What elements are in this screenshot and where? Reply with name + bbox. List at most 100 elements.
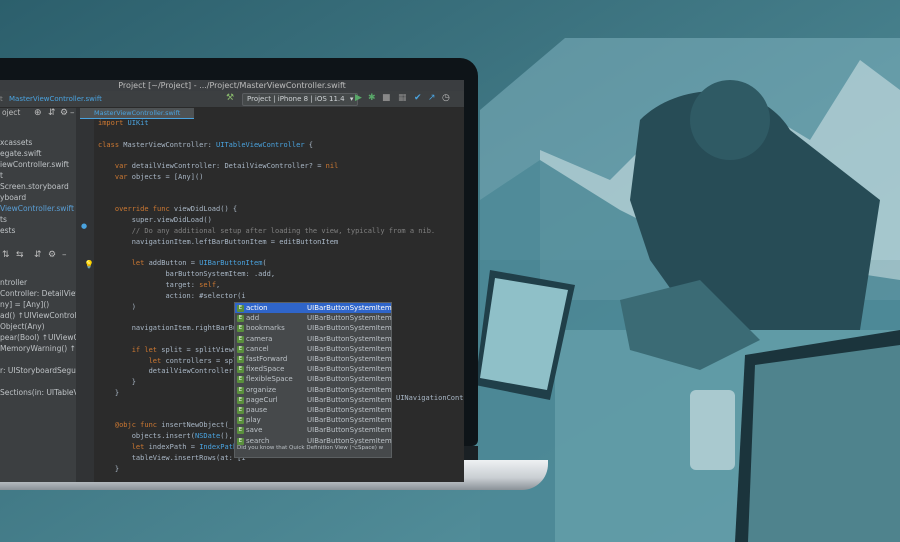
- code-line: var objects = [Any](): [114, 172, 204, 181]
- run-configuration-select[interactable]: Project | iPhone 8 | iOS 11.4 ▾: [242, 93, 359, 106]
- code-editor[interactable]: MasterViewController.swift import UIKit …: [80, 108, 464, 482]
- tree-item-selected[interactable]: ViewController.swift: [0, 204, 74, 213]
- tree-item[interactable]: t: [0, 171, 3, 180]
- structure-item[interactable]: r: UIStoryboardSegue,: [0, 366, 83, 375]
- completion-item-name: organize: [246, 385, 277, 394]
- completion-item-type: UIBarButtonSystemItem: [307, 436, 392, 445]
- run-icon[interactable]: ▶: [355, 93, 362, 104]
- project-panel-title: oject: [2, 108, 21, 117]
- run-configuration-label: Project | iPhone 8 | iOS 11.4: [247, 95, 345, 103]
- completion-item-type: UIBarButtonSystemItem: [307, 355, 392, 363]
- completion-item-type: UIBarButtonSystemItem: [307, 375, 392, 384]
- structure-item[interactable]: Sections(in: UITableVie: [0, 388, 85, 397]
- code-line: class MasterViewController: UITableViewC…: [98, 140, 313, 149]
- tree-item[interactable]: iewController.swift: [0, 160, 69, 169]
- sort-icon[interactable]: ⇅: [2, 250, 10, 260]
- enum-case-icon: E: [237, 325, 244, 333]
- completion-item[interactable]: EfastForward UIBarButtonSystemItem: [235, 354, 392, 364]
- structure-item[interactable]: Object(Any): [0, 322, 45, 331]
- locate-icon[interactable]: ⊕: [34, 108, 42, 118]
- completion-item[interactable]: Eorganize UIBarButtonSystemItem: [235, 385, 392, 395]
- completion-item[interactable]: EpageCurl UIBarButtonSystemItem: [235, 395, 392, 405]
- structure-item[interactable]: ad() ↑UIViewController: [0, 311, 86, 320]
- build-icon[interactable]: ▦: [398, 93, 407, 104]
- tree-item[interactable]: egate.swift: [0, 149, 41, 158]
- structure-item[interactable]: MemoryWarning() ↑UI: [0, 344, 84, 353]
- override-marker-icon[interactable]: ●: [81, 222, 87, 230]
- enum-case-icon: E: [237, 305, 244, 312]
- completion-item[interactable]: EflexibleSpace UIBarButtonSystemItem: [235, 374, 392, 384]
- structure-item[interactable]: ny] = [Any](): [0, 300, 49, 309]
- hide-icon[interactable]: –: [62, 250, 67, 260]
- tree-item[interactable]: xcassets: [0, 138, 32, 147]
- structure-item[interactable]: ntroller: [0, 278, 27, 287]
- enum-case-icon: E: [237, 386, 244, 394]
- completion-item-name: play: [246, 416, 261, 425]
- check-icon[interactable]: ✔: [414, 93, 422, 104]
- completion-item[interactable]: Eplay UIBarButtonSystemItem: [235, 415, 392, 425]
- breadcrumb: t MasterViewController.swift: [0, 95, 102, 103]
- completion-item[interactable]: EfixedSpace UIBarButtonSystemItem: [235, 364, 392, 374]
- completion-item-name: camera: [246, 334, 273, 343]
- debug-icon[interactable]: ✱: [368, 93, 376, 104]
- completion-item-type: UIBarButtonSystemItem: [307, 365, 392, 374]
- completion-popup[interactable]: Did you know that Quick Definition View …: [234, 302, 392, 458]
- completion-item-type: UIBarButtonSystemItem: [307, 314, 392, 323]
- completion-item-type: UIBarButtonSystemItem: [307, 344, 392, 353]
- completion-item[interactable]: Eadd UIBarButtonSystemItem: [235, 313, 392, 323]
- enum-case-icon: E: [237, 335, 244, 343]
- stop-icon[interactable]: ■: [382, 93, 391, 104]
- completion-item[interactable]: Esave UIBarButtonSystemItem: [235, 425, 392, 435]
- completion-item-name: pause: [246, 406, 268, 414]
- completion-item-name: action: [246, 304, 268, 312]
- completion-item-type: UIBarButtonSystemItem: [307, 416, 392, 425]
- chevron-down-icon: ▾: [349, 95, 354, 103]
- completion-item[interactable]: Ecancel UIBarButtonSystemItem: [235, 344, 392, 354]
- structure-item[interactable]: Controller: DetailViewC: [0, 289, 87, 298]
- gear-icon[interactable]: ⚙: [60, 108, 68, 118]
- completion-item[interactable]: Esearch UIBarButtonSystemItem: [235, 436, 392, 446]
- completion-item[interactable]: Ecamera UIBarButtonSystemItem: [235, 334, 392, 344]
- completion-item-type: UIBarButtonSystemItem: [307, 385, 392, 394]
- hide-icon[interactable]: –: [70, 108, 75, 118]
- enum-case-icon: E: [237, 315, 244, 323]
- structure-item[interactable]: pear(Bool) ↑UIViewCo: [0, 333, 83, 342]
- tree-item[interactable]: Screen.storyboard: [0, 182, 69, 191]
- breadcrumb-project[interactable]: t: [0, 95, 3, 103]
- tree-item[interactable]: ests: [0, 226, 15, 235]
- code-line: super.viewDidLoad(): [131, 216, 212, 225]
- filter-icon[interactable]: ⇆: [16, 250, 24, 260]
- completion-item-name: add: [246, 314, 260, 323]
- tree-item[interactable]: ts: [0, 215, 7, 224]
- breadcrumb-file[interactable]: MasterViewController.swift: [9, 95, 102, 103]
- completion-item[interactable]: Eaction UIBarButtonSystemItem: [235, 303, 392, 314]
- enum-case-icon: E: [237, 376, 244, 384]
- completion-item-type: UIBarButtonSystemItem: [307, 406, 392, 414]
- completion-item[interactable]: Ebookmarks UIBarButtonSystemItem: [235, 323, 392, 333]
- collapse-icon[interactable]: ⇵: [48, 108, 56, 118]
- enum-case-icon: E: [237, 396, 244, 404]
- completion-item[interactable]: Epause UIBarButtonSystemItem: [235, 405, 392, 415]
- laptop: Project [~/Project] - .../Project/Master…: [0, 58, 548, 490]
- history-icon[interactable]: ◷: [442, 93, 450, 104]
- completion-item-type: UIBarButtonSystemItem: [307, 304, 392, 312]
- completion-item-type: UIBarButtonSystemItem: [307, 324, 392, 333]
- ide-window: Project [~/Project] - .../Project/Master…: [0, 80, 464, 482]
- code-line: import UIKit: [98, 119, 149, 127]
- tree-item[interactable]: yboard: [0, 193, 26, 202]
- completion-item-name: save: [246, 426, 263, 435]
- completion-item-name: bookmarks: [246, 324, 285, 333]
- completion-item-name: pageCurl: [246, 395, 278, 404]
- commit-icon[interactable]: ↗: [428, 93, 436, 104]
- lightbulb-icon[interactable]: 💡: [84, 260, 94, 269]
- enum-case-icon: E: [237, 427, 244, 435]
- code-line: override func viewDidLoad() {: [114, 205, 238, 214]
- enum-case-icon: E: [237, 437, 244, 445]
- gear-icon[interactable]: ⚙: [48, 250, 56, 260]
- code-line: // Do any additional setup after loading…: [98, 226, 436, 235]
- expand-icon[interactable]: ⇵: [34, 250, 42, 260]
- code-line: barButtonSystemItem: .add,: [165, 270, 276, 279]
- hammer-icon[interactable]: ⚒: [226, 93, 234, 104]
